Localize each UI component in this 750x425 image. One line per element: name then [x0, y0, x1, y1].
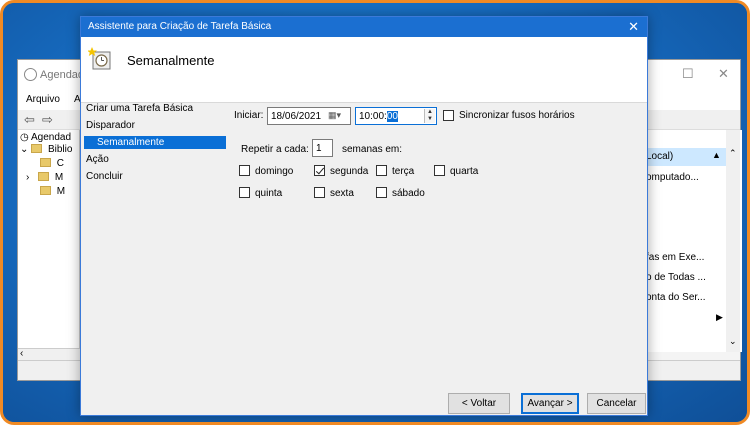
wizard-content: Iniciar: 18/06/2021 ▦▾ 10:00:00 ▲ ▼ Sinc…	[231, 103, 649, 415]
clock-icon	[24, 68, 37, 81]
repeat-label: Repetir a cada:	[241, 144, 309, 155]
day-label-terca: terça	[392, 166, 415, 177]
day-label-sexta: sexta	[330, 188, 354, 199]
folder-icon	[31, 144, 43, 153]
day-label-quinta: quinta	[255, 188, 283, 199]
tree-library-label: Biblio	[47, 144, 73, 155]
nav-item-create-task[interactable]: Criar uma Tarefa Básica	[86, 103, 193, 114]
scheduled-task-icon	[88, 47, 111, 70]
time-spinner[interactable]: ▲ ▼	[424, 109, 435, 123]
tree-child-label: M	[56, 186, 66, 197]
dialog-titlebar: Assistente para Criação de Tarefa Básica…	[81, 17, 647, 37]
action-item[interactable]: fas em Exe...	[646, 252, 704, 263]
action-item[interactable]: omputado...	[646, 172, 699, 183]
nav-item-action[interactable]: Ação	[86, 154, 109, 165]
tree-root-label: Agendad	[30, 132, 72, 143]
tree-child[interactable]: M	[40, 186, 65, 197]
day-label-segunda: segunda	[330, 166, 369, 177]
close-icon[interactable]: ✕	[718, 66, 729, 82]
chevron-down-icon[interactable]: ⌄	[729, 336, 737, 347]
tree-child[interactable]: › M	[26, 172, 63, 183]
tree-root[interactable]: ◷ Agendad	[20, 132, 71, 143]
start-label: Iniciar:	[234, 110, 264, 121]
triangle-right-icon: ▶	[716, 312, 723, 322]
tree-child-label: M	[54, 172, 64, 183]
vertical-scrollbar[interactable]: ⌃ ⌄	[726, 130, 740, 352]
back-arrow-icon[interactable]: ⇦	[24, 112, 35, 128]
horizontal-scrollbar[interactable]: ‹	[18, 348, 80, 360]
nav-item-weekly[interactable]: Semanalmente	[84, 136, 226, 149]
action-item[interactable]: onta do Ser...	[646, 292, 706, 303]
start-date-picker[interactable]: 18/06/2021 ▦▾	[267, 107, 351, 125]
basic-task-wizard-dialog: Assistente para Criação de Tarefa Básica…	[80, 16, 648, 416]
repeat-suffix: semanas em:	[342, 144, 403, 155]
repeat-weeks-value: 1	[316, 143, 322, 154]
day-checkbox-sexta[interactable]	[314, 187, 325, 198]
sync-timezones-label: Sincronizar fusos horários	[459, 110, 575, 121]
folder-icon	[40, 186, 51, 195]
day-checkbox-domingo[interactable]	[239, 165, 250, 176]
folder-icon	[38, 172, 50, 181]
dialog-header: Semanalmente	[81, 37, 647, 103]
spin-up-icon[interactable]: ▲	[425, 109, 435, 116]
day-label-sabado: sábado	[392, 188, 425, 199]
actions-header-label: Local)	[646, 151, 674, 162]
calendar-dropdown-icon[interactable]: ▦▾	[328, 110, 341, 121]
dialog-title: Assistente para Criação de Tarefa Básica	[88, 21, 272, 32]
close-icon[interactable]: ✕	[628, 19, 639, 35]
bg-window-title: Agendad	[40, 69, 85, 81]
day-checkbox-quarta[interactable]	[434, 165, 445, 176]
tree-library[interactable]: ⌄ Biblio	[20, 144, 72, 155]
day-checkbox-segunda[interactable]	[314, 165, 325, 176]
start-date-value: 18/06/2021	[271, 111, 322, 122]
start-time-field[interactable]: 10:00:00 ▲ ▼	[355, 107, 437, 125]
chevron-right-icon: ›	[26, 172, 30, 183]
day-checkbox-quinta[interactable]	[239, 187, 250, 198]
chevron-down-icon: ⌄	[20, 144, 29, 155]
menu-arquivo[interactable]: Arquivo	[26, 94, 60, 105]
spin-down-icon[interactable]: ▼	[425, 116, 435, 123]
day-label-quarta: quarta	[450, 166, 479, 177]
chevron-left-icon[interactable]: ‹	[20, 348, 23, 359]
wizard-nav: Criar uma Tarefa Básica Disparador Seman…	[81, 103, 231, 415]
clock-icon: ◷	[20, 132, 29, 143]
day-checkbox-terca[interactable]	[376, 165, 387, 176]
forward-arrow-icon[interactable]: ⇨	[42, 112, 53, 128]
start-time-selected: 00	[386, 111, 398, 122]
nav-item-finish[interactable]: Concluir	[86, 171, 123, 182]
maximize-icon[interactable]: ☐	[682, 66, 694, 82]
day-checkbox-sabado[interactable]	[376, 187, 387, 198]
actions-header[interactable]: Local) ▲	[646, 148, 730, 166]
day-label-domingo: domingo	[255, 166, 294, 177]
chevron-up-icon[interactable]: ⌃	[729, 148, 737, 159]
tree-child[interactable]: C	[40, 158, 64, 169]
folder-icon	[40, 158, 51, 167]
screen-frame: Agendad ☐ ✕ Arquivo A ⇦ ⇨ ◷ Agendad ⌄ Bi…	[0, 0, 750, 425]
cancel-button[interactable]: Cancelar	[587, 393, 646, 414]
start-time-prefix: 10:00:	[359, 111, 387, 122]
sync-timezones-checkbox[interactable]	[443, 110, 454, 121]
triangle-up-icon: ▲	[712, 150, 721, 160]
bg-tree-pane: ◷ Agendad ⌄ Biblio C › M M	[18, 130, 80, 352]
page-title: Semanalmente	[127, 53, 215, 68]
repeat-weeks-input[interactable]: 1	[312, 139, 333, 157]
tree-child-label: C	[56, 158, 65, 169]
action-item[interactable]: o de Todas ...	[646, 272, 706, 283]
back-button[interactable]: < Voltar	[448, 393, 510, 414]
nav-item-trigger[interactable]: Disparador	[86, 120, 135, 131]
nav-item-weekly-label: Semanalmente	[97, 137, 165, 148]
next-button[interactable]: Avançar >	[521, 393, 579, 414]
